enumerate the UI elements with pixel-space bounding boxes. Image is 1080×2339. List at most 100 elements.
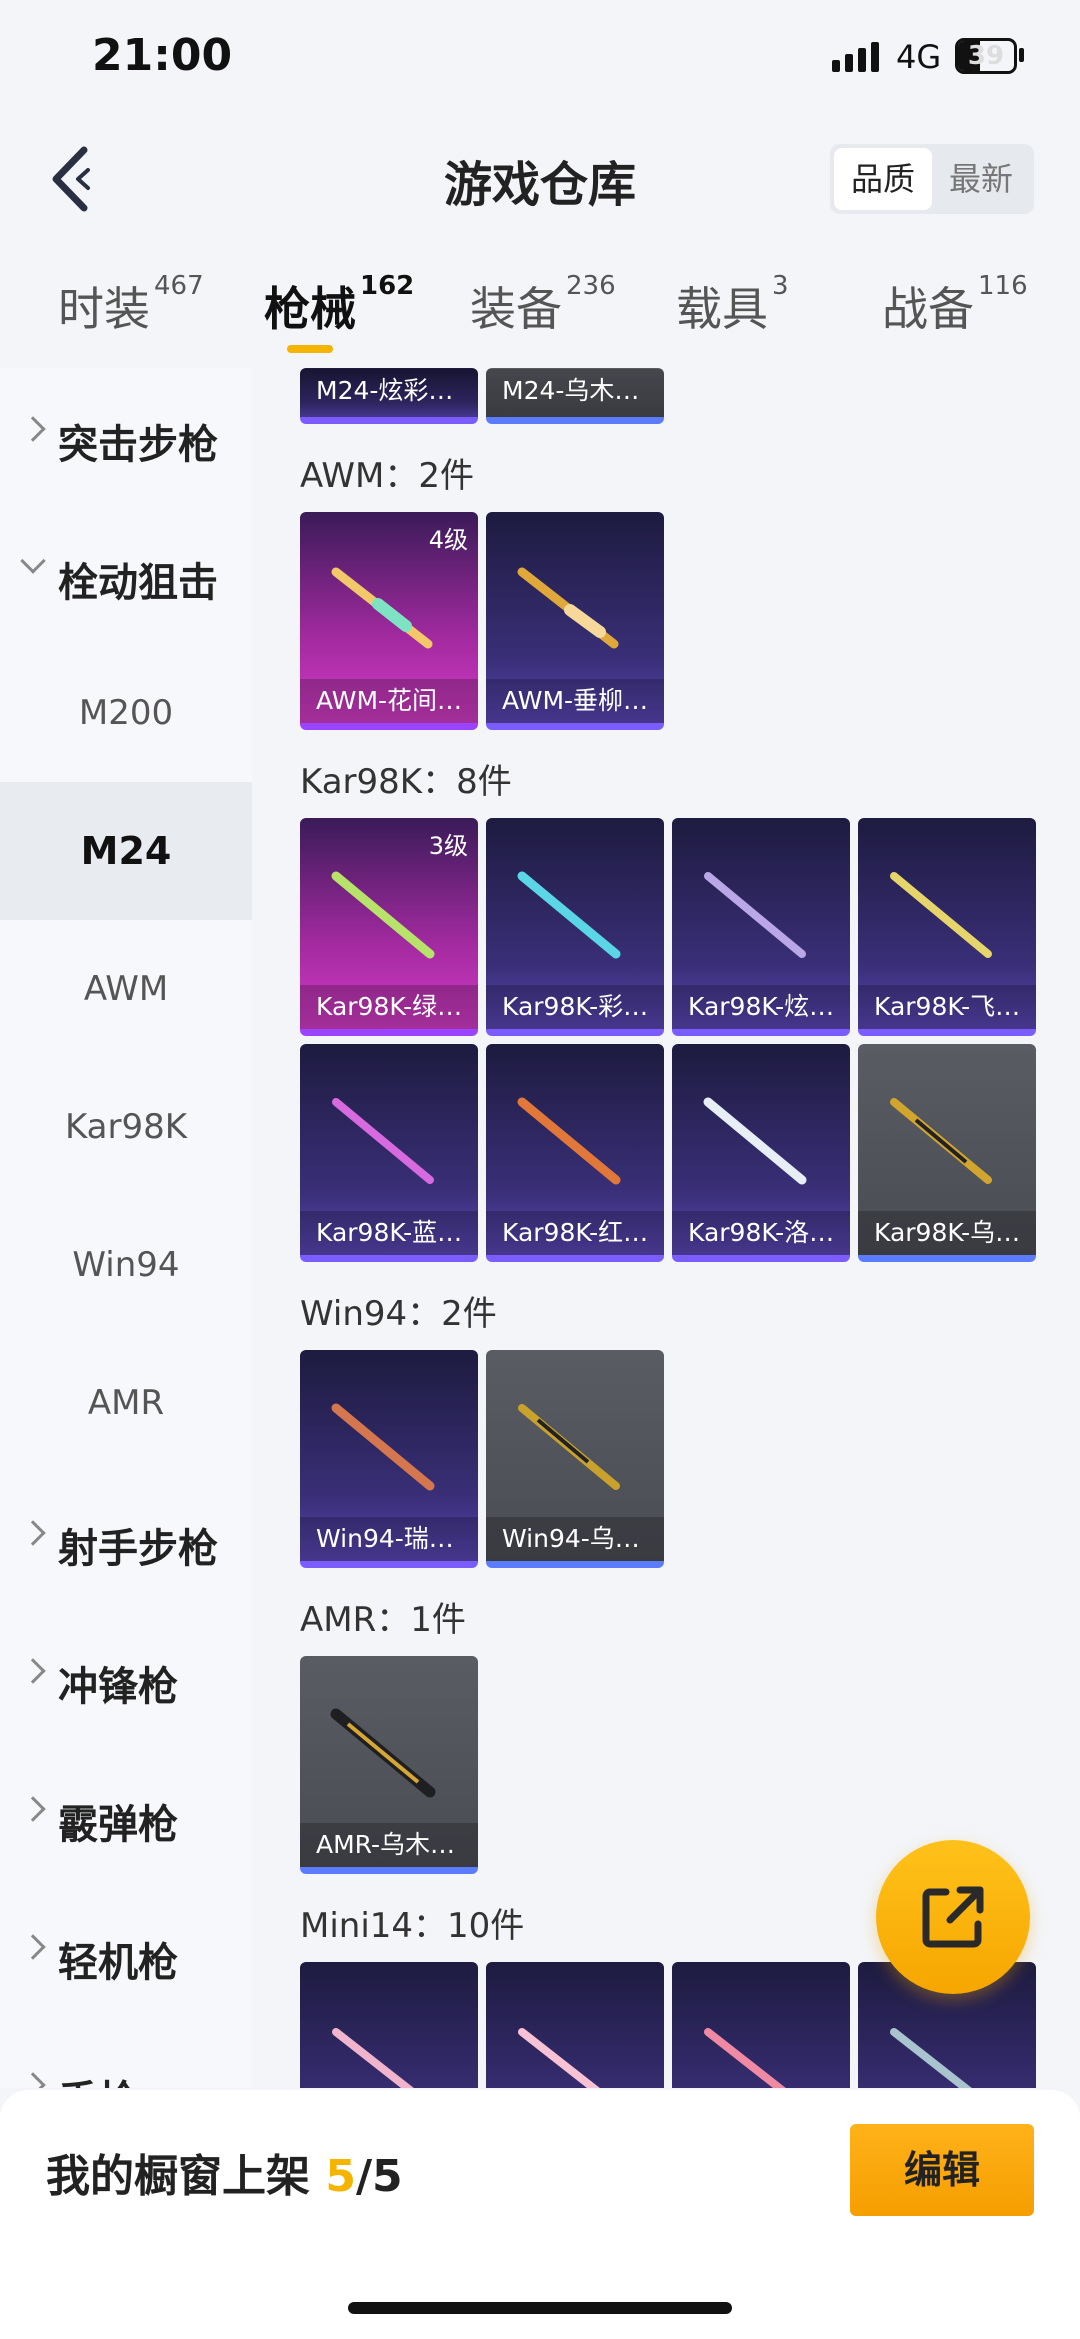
- item-card[interactable]: [300, 1962, 478, 2088]
- showcase-status: 我的橱窗上架 5/5: [46, 2140, 403, 2204]
- sidebar-category-assault-rifle[interactable]: 突击步枪: [0, 368, 252, 506]
- status-bar: 21:00 4G 39: [0, 0, 1080, 118]
- item-card[interactable]: Kar98K-乌…: [858, 1044, 1036, 1262]
- item-name: Kar98K-洛…: [672, 1211, 850, 1255]
- tab-active-indicator: [287, 345, 333, 353]
- rifle-icon: [331, 567, 433, 649]
- showcase-count: 5: [325, 2151, 356, 2202]
- chevron-down-icon: [20, 548, 46, 574]
- chevron-left-icon: [52, 146, 90, 212]
- item-level-badge: 4级: [428, 526, 468, 554]
- category-tabs: 时装 467 枪械 162 装备 236 载具 3 战备 116: [0, 265, 1080, 365]
- tab-count: 467: [154, 271, 204, 301]
- tab-label: 时装: [58, 282, 150, 336]
- sidebar-category-lmg[interactable]: 轻机枪: [0, 1886, 252, 2024]
- rifle-icon: [517, 871, 621, 959]
- item-card[interactable]: Kar98K-炫…: [672, 818, 850, 1036]
- sidebar-category-smg[interactable]: 冲锋枪: [0, 1610, 252, 1748]
- sidebar-category-label: 射手步枪: [58, 1526, 218, 1572]
- rifle-icon: [518, 2028, 600, 2088]
- network-type: 4G: [896, 38, 942, 76]
- rifle-icon: [890, 2028, 972, 2088]
- item-name: Kar98K-红…: [486, 1211, 664, 1255]
- tab-supplies[interactable]: 战备 116: [882, 271, 1028, 339]
- item-card[interactable]: Kar98K-蓝…: [300, 1044, 478, 1262]
- section-title-amr: AMR：1件: [300, 1600, 466, 1640]
- item-name: Kar98K-乌…: [858, 1211, 1036, 1255]
- section-title-mini14: Mini14：10件: [300, 1906, 525, 1946]
- tab-count: 162: [360, 271, 415, 301]
- sidebar-category-label: 手枪: [58, 2068, 138, 2088]
- item-card[interactable]: [486, 1962, 664, 2088]
- tab-label: 装备: [470, 282, 562, 336]
- sidebar: 突击步枪 栓动狙击 M200 M24 AWM Kar98K Win94 AMR …: [0, 368, 252, 2088]
- chevron-right-icon: [20, 1934, 46, 1960]
- sidebar-item-m24[interactable]: M24: [0, 782, 252, 920]
- sidebar-category-label: 轻机枪: [58, 1940, 178, 1986]
- sidebar-category-shotgun[interactable]: 霰弹枪: [0, 1748, 252, 1886]
- status-time: 21:00: [92, 30, 233, 81]
- sort-toggle: 品质 最新: [830, 144, 1034, 214]
- item-card[interactable]: 4级 AWM-花间…: [300, 512, 478, 730]
- sidebar-item-awm[interactable]: AWM: [0, 920, 252, 1058]
- home-indicator: [348, 2302, 732, 2314]
- item-name: Win94-乌…: [486, 1517, 664, 1561]
- chevron-right-icon: [20, 2072, 46, 2088]
- sidebar-item-win94[interactable]: Win94: [0, 1196, 252, 1334]
- tab-vehicles[interactable]: 载具 3: [676, 271, 789, 339]
- item-card[interactable]: Kar98K-洛…: [672, 1044, 850, 1262]
- sidebar-category-pistol[interactable]: 手枪: [0, 2024, 252, 2088]
- item-card[interactable]: 3级 Kar98K-绿…: [300, 818, 478, 1036]
- rifle-icon: [890, 1098, 992, 1184]
- item-card[interactable]: M24-炫彩…: [300, 368, 478, 424]
- sort-newest-button[interactable]: 最新: [932, 148, 1030, 210]
- sort-quality-button[interactable]: 品质: [834, 148, 932, 210]
- sidebar-category-label: 栓动狙击: [58, 560, 218, 606]
- sidebar-category-label: 霰弹枪: [58, 1802, 178, 1848]
- rifle-icon: [332, 1098, 434, 1184]
- item-card[interactable]: AMR-乌木…: [300, 1656, 478, 1874]
- sidebar-item-amr[interactable]: AMR: [0, 1334, 252, 1472]
- chevron-right-icon: [20, 416, 46, 442]
- item-card[interactable]: Win94-瑞…: [300, 1350, 478, 1568]
- edit-button[interactable]: 编辑: [850, 2124, 1034, 2216]
- tab-count: 3: [772, 271, 789, 301]
- share-button[interactable]: [876, 1840, 1030, 1994]
- item-name: AWM-花间…: [300, 679, 478, 723]
- item-card[interactable]: M24-乌木…: [486, 368, 664, 424]
- chevron-right-icon: [20, 1796, 46, 1822]
- back-button[interactable]: [44, 140, 104, 218]
- tab-fashion[interactable]: 时装 467: [58, 271, 204, 339]
- sidebar-item-m200[interactable]: M200: [0, 644, 252, 782]
- sidebar-item-kar98k[interactable]: Kar98K: [0, 1058, 252, 1196]
- item-card[interactable]: Win94-乌…: [486, 1350, 664, 1568]
- item-card[interactable]: [672, 1962, 850, 2088]
- item-name: AWM-垂柳…: [486, 679, 664, 723]
- tab-count: 236: [566, 271, 616, 301]
- sidebar-category-bolt-sniper[interactable]: 栓动狙击: [0, 506, 252, 644]
- sidebar-category-marksman-rifle[interactable]: 射手步枪: [0, 1472, 252, 1610]
- item-name: Kar98K-飞…: [858, 985, 1036, 1029]
- showcase-total: /5: [355, 2151, 403, 2202]
- item-level-badge: 3级: [428, 832, 468, 860]
- tab-label: 枪械: [264, 282, 356, 336]
- tab-weapons[interactable]: 枪械 162: [264, 271, 415, 339]
- tab-equipment[interactable]: 装备 236: [470, 271, 616, 339]
- item-card[interactable]: AWM-垂柳…: [486, 512, 664, 730]
- rifle-icon: [517, 567, 619, 649]
- battery-icon: 39: [955, 38, 1017, 74]
- item-card[interactable]: Kar98K-彩…: [486, 818, 664, 1036]
- rifle-icon: [704, 872, 806, 958]
- signal-icon: [832, 42, 879, 72]
- section-title-awm: AWM：2件: [300, 456, 474, 496]
- rifle-icon: [330, 1708, 436, 1798]
- sidebar-category-label: 冲锋枪: [58, 1664, 178, 1710]
- showcase-label: 我的橱窗上架: [46, 2151, 326, 2202]
- share-external-icon: [922, 1886, 984, 1948]
- tab-label: 载具: [676, 282, 768, 336]
- item-card[interactable]: Kar98K-飞…: [858, 818, 1036, 1036]
- item-card[interactable]: Kar98K-红…: [486, 1044, 664, 1262]
- item-name: Kar98K-彩…: [486, 985, 664, 1029]
- tab-label: 战备: [882, 282, 974, 336]
- item-name: Kar98K-绿…: [300, 985, 478, 1029]
